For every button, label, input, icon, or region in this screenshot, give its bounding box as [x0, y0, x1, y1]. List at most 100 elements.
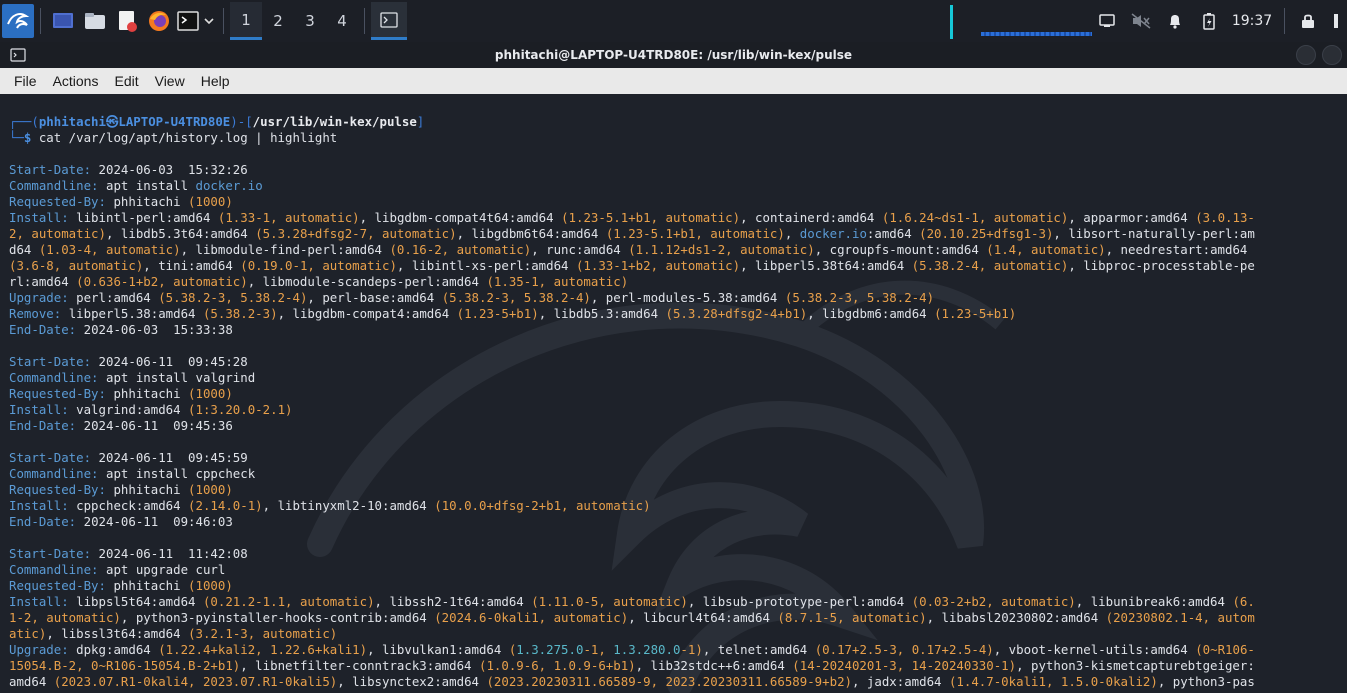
terminal-icon[interactable] [175, 3, 201, 39]
volume-muted-icon[interactable] [1124, 0, 1158, 42]
log-segment: , perl-modules-5.38:amd64 [590, 290, 785, 305]
workspace-3[interactable]: 3 [294, 2, 326, 40]
log-segment: Requested-By: [9, 482, 114, 497]
log-segment: Install: [9, 402, 77, 417]
log-segment: 2024-06-11 09:45:36 [83, 418, 233, 433]
prompt-user: phhitachi [38, 114, 106, 129]
desktop-icon[interactable] [47, 3, 79, 39]
log-segment: Start-Date: [9, 450, 99, 465]
log-segment: 15054.B-2, 0~R106-15054.B-2+b1) [9, 658, 241, 673]
minimize-button[interactable] [1296, 45, 1316, 65]
log-line: End-Date: 2024-06-03 15:33:38 [9, 322, 1347, 338]
chevron-down-icon[interactable] [201, 3, 217, 39]
menu-view[interactable]: View [147, 73, 193, 89]
text-editor-icon[interactable] [111, 3, 143, 39]
log-line: Commandline: apt upgrade curl [9, 562, 1347, 578]
log-segment: , telnet:amd64 [702, 642, 815, 657]
log-line: Install: libpsl5t64:amd64 (0.21.2-1.1, a… [9, 594, 1347, 610]
log-segment: phhitachi [113, 482, 189, 497]
menu-edit[interactable]: Edit [106, 73, 146, 89]
log-line: (3.6-8, automatic), tini:amd64 (0.19.0-1… [9, 258, 1347, 274]
log-segment: (0.636-1+b2, automatic) [76, 274, 248, 289]
menu-file[interactable]: File [6, 73, 45, 89]
log-segment: cppcheck:amd64 [76, 498, 189, 513]
cpu-graph[interactable] [950, 5, 1100, 39]
log-segment: 2, automatic) [9, 226, 106, 241]
log-segment: (1.4.7-0kali1, 1.5.0-0kali2) [948, 674, 1158, 689]
log-segment: Commandline: [9, 178, 106, 193]
log-segment: (2.14.0-1) [188, 498, 263, 513]
log-segment: , libgdbm6:amd64 [807, 306, 935, 321]
prompt-cwd: /usr/lib/win-kex/pulse [252, 114, 417, 129]
log-segment: (1.23-5+b1) [456, 306, 539, 321]
log-segment: apt install [105, 178, 196, 193]
log-segment: , libunibreak6:amd64 [1075, 594, 1233, 609]
log-segment: , libsub-prototype-perl:amd64 [687, 594, 912, 609]
log-segment: , tini:amd64 [143, 258, 241, 273]
log-segment: Upgrade: [9, 290, 77, 305]
power-icon[interactable] [1325, 0, 1347, 42]
battery-icon[interactable] [1192, 0, 1226, 42]
log-line: Remove: libperl5.38:amd64 (5.38.2-3), li… [9, 306, 1347, 322]
log-segment: Start-Date: [9, 354, 99, 369]
log-segment: 1.3.280.0 [613, 642, 681, 657]
log-segment: , libsort-naturally-perl:am [1053, 226, 1255, 241]
menu-help[interactable]: Help [193, 73, 238, 89]
log-segment: (0.21.2-1.1, automatic) [202, 594, 375, 609]
log-segment: , libnetfilter-conntrack3:amd64 [240, 658, 479, 673]
log-segment: , libgdbm6t64:amd64 [456, 226, 606, 241]
log-line: Install: cppcheck:amd64 (2.14.0-1), libt… [9, 498, 1347, 514]
log-segment: docker.io [799, 226, 867, 241]
workspace-4[interactable]: 4 [326, 2, 358, 40]
log-segment: docker.io [195, 178, 263, 193]
log-line: End-Date: 2024-06-11 09:45:36 [9, 418, 1347, 434]
log-segment: libintl-perl:amd64 [76, 210, 218, 225]
kali-menu-icon[interactable] [2, 4, 34, 38]
log-line: Commandline: apt install valgrind [9, 370, 1347, 386]
file-manager-icon[interactable] [79, 3, 111, 39]
log-segment: dpkg:amd64 [76, 642, 159, 657]
log-segment: (2024.6-0kali1, automatic) [434, 610, 629, 625]
log-segment: (20230802.1-4, autom [1105, 610, 1255, 625]
log-segment: , libmodule-scandeps-perl:amd64 [247, 274, 487, 289]
log-segment: (0.03-2+b2, automatic) [911, 594, 1076, 609]
log-segment: (1000) [188, 386, 233, 401]
log-segment: , python3-pyinstaller-hooks-contrib:amd6… [120, 610, 435, 625]
log-segment: , libsynctex2:amd64 [337, 674, 487, 689]
taskbar-terminal-button[interactable] [371, 2, 407, 40]
menu-actions[interactable]: Actions [45, 73, 107, 89]
top-panel: 1 2 3 4 19:37 [0, 0, 1347, 42]
log-segment: Remove: [9, 306, 69, 321]
log-segment: (1.6.24~ds1-1, automatic) [881, 210, 1069, 225]
firefox-icon[interactable] [143, 3, 175, 39]
panel-separator [223, 8, 224, 34]
workspace-1[interactable]: 1 [230, 2, 262, 40]
log-segment: valgrind:amd64 [76, 402, 189, 417]
log-segment: (1:3.20.0-2.1) [188, 402, 293, 417]
log-segment: rl:amd64 [9, 274, 77, 289]
network-icon[interactable] [1090, 0, 1124, 42]
terminal-output[interactable]: ┌──(phhitachi㉿LAPTOP-U4TRD80E)-[/usr/lib… [0, 94, 1347, 693]
bell-icon[interactable] [1158, 0, 1192, 42]
panel-separator [40, 8, 41, 34]
panel-separator [1284, 8, 1285, 34]
log-segment: (5.3.28+dfsg2-7, automatic) [255, 226, 457, 241]
log-segment: End-Date: [9, 514, 84, 529]
close-button[interactable] [1322, 45, 1342, 65]
log-segment: , libmodule-find-perl:amd64 [180, 242, 390, 257]
window-icon[interactable] [10, 47, 26, 66]
log-segment: Commandline: [9, 466, 106, 481]
log-line: 1-2, automatic), python3-pyinstaller-hoo… [9, 610, 1347, 626]
log-segment: Commandline: [9, 370, 106, 385]
log-segment: , containerd:amd64 [740, 210, 882, 225]
log-segment: (0~R106- [1195, 642, 1255, 657]
lock-icon[interactable] [1291, 0, 1325, 42]
workspace-2[interactable]: 2 [262, 2, 294, 40]
panel-separator [364, 8, 365, 34]
log-line: Requested-By: phhitachi (1000) [9, 194, 1347, 210]
log-segment: 1.3.275.0 [516, 642, 584, 657]
window-titlebar[interactable]: phhitachi@LAPTOP-U4TRD80E: /usr/lib/win-… [0, 42, 1347, 68]
clock[interactable]: 19:37 [1226, 13, 1278, 29]
